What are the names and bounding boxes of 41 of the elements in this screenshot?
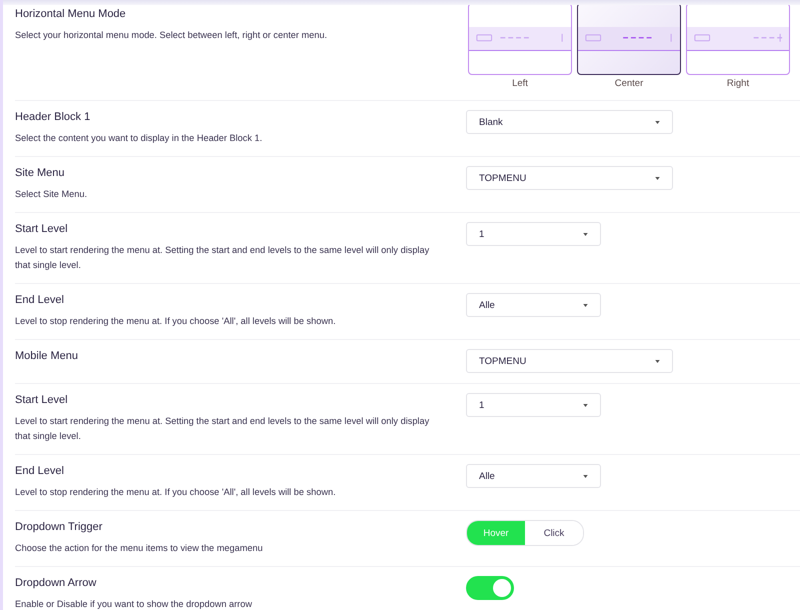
setting-title: Dropdown Arrow xyxy=(15,576,98,590)
setting-title: Site Menu xyxy=(15,166,66,180)
setting-title: Horizontal Menu Mode xyxy=(15,7,127,21)
caret-icon xyxy=(583,404,588,406)
setting-description: Select Site Menu. xyxy=(15,188,88,201)
setting-title: End Level xyxy=(15,464,65,478)
menu-bar-icon xyxy=(687,26,789,52)
caret-icon xyxy=(583,232,588,236)
setting-description: Level to stop rendering the menu at. If you choose 'All', all levels will be shown. xyxy=(15,486,337,499)
caret-icon xyxy=(655,120,660,124)
layout-option-label: Center xyxy=(614,78,644,89)
caret-icon xyxy=(655,360,660,362)
layout-option[interactable] xyxy=(577,3,681,75)
toggle-switch[interactable] xyxy=(466,576,514,600)
setting-title: Mobile Menu xyxy=(15,349,79,363)
select-field[interactable]: TOPMENU xyxy=(466,166,673,190)
setting-description: Choose the action for the menu items to view the megamenu xyxy=(15,542,264,555)
setting-title: Dropdown Trigger xyxy=(15,520,104,534)
setting-title: Header Block 1 xyxy=(15,110,92,124)
setting-title: Start Level xyxy=(15,222,69,236)
menu-bar-icon xyxy=(469,26,571,52)
layout-option-label: Left xyxy=(512,78,528,89)
setting-description: Level to start rendering the menu at. Setting the start and end levels to the same level will only display that single level. xyxy=(15,244,430,272)
setting-description: Select your horizontal menu mode. Select between left, right or center menu. xyxy=(15,29,328,42)
select-field[interactable]: Alle xyxy=(466,464,601,488)
setting-title: Start Level xyxy=(15,393,69,407)
caret-icon xyxy=(583,474,588,478)
setting-title: End Level xyxy=(15,293,65,307)
caret-icon xyxy=(583,304,588,306)
select-field[interactable]: 1 xyxy=(466,393,601,417)
select-field[interactable]: TOPMENU xyxy=(466,349,673,373)
setting-description: Level to start rendering the menu at. Setting the start and end levels to the same level will only display that single level. xyxy=(15,415,430,443)
setting-description: Enable or Disable if you want to show the dropdown arrow xyxy=(15,598,253,610)
menu-bar-icon xyxy=(578,26,680,52)
select-field[interactable]: Blank xyxy=(466,110,673,134)
setting-description: Level to stop rendering the menu at. If you choose 'All', all levels will be shown. xyxy=(15,315,337,328)
select-field[interactable]: Alle xyxy=(466,293,601,317)
setting-description: Select the content you want to display in the Header Block 1. xyxy=(15,132,264,145)
caret-icon xyxy=(655,176,660,180)
select-field[interactable]: 1 xyxy=(466,222,601,246)
layout-option-label: Right xyxy=(726,78,750,89)
